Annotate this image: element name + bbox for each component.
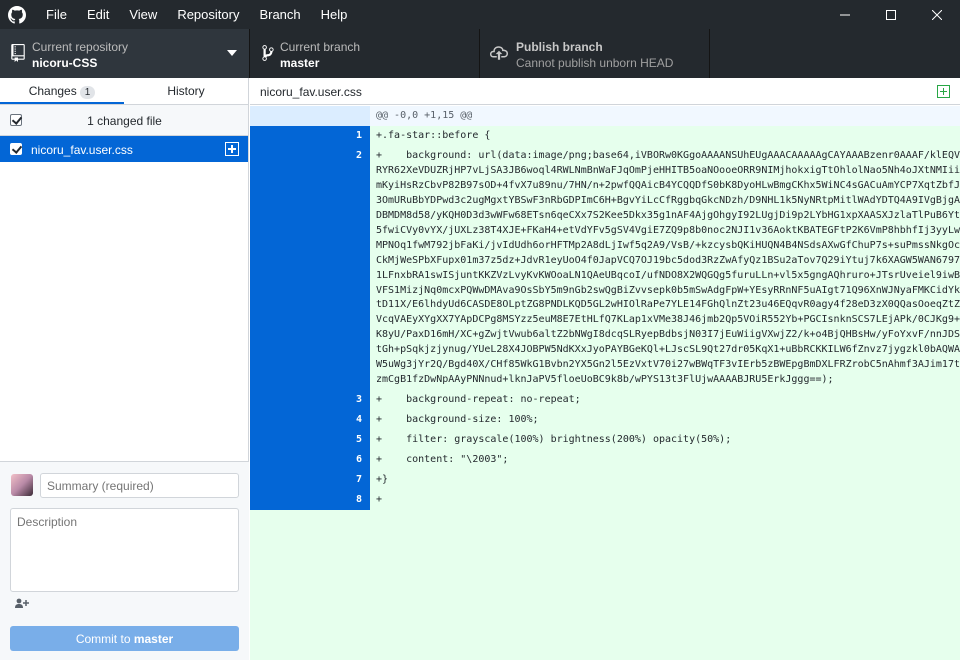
file-checkbox[interactable] <box>10 143 22 155</box>
window-controls <box>822 0 960 29</box>
diff-line-text: + filter: grayscale(100%) brightness(200… <box>376 434 732 446</box>
diff-line[interactable]: 2 + background: url(data:image/png;base64… <box>250 145 960 391</box>
old-line-gutter <box>250 470 310 490</box>
new-line-gutter <box>310 106 370 126</box>
new-line-number: 8 <box>310 489 370 510</box>
close-button[interactable] <box>914 0 960 29</box>
file-added-icon <box>937 85 950 98</box>
menu-repository[interactable]: Repository <box>167 0 249 29</box>
diff-file-header: nicoru_fav.user.css <box>250 78 960 105</box>
changed-file-row[interactable]: nicoru_fav.user.css <box>0 136 248 162</box>
new-line-number: 1 <box>310 126 370 146</box>
select-all-checkbox[interactable] <box>10 114 22 126</box>
summary-input[interactable] <box>40 473 239 498</box>
publish-branch-status: Cannot publish unborn HEAD <box>516 56 674 70</box>
avatar <box>11 474 33 496</box>
maximize-icon <box>886 9 896 20</box>
old-line-gutter <box>250 450 310 471</box>
diff-line-text: + <box>376 493 383 505</box>
old-line-gutter <box>250 145 310 391</box>
current-repository-value: nicoru-CSS <box>32 56 98 70</box>
diff-line-text: + content: "\2003"; <box>376 454 509 466</box>
cloud-upload-icon <box>490 46 508 60</box>
add-coauthor-icon[interactable] <box>15 598 29 608</box>
new-line-number: 6 <box>310 450 370 471</box>
close-icon <box>932 9 942 20</box>
commit-panel: Commit to master <box>0 461 249 660</box>
description-input[interactable] <box>10 508 239 592</box>
diff-line[interactable]: 4 + background-size: 100%; <box>250 410 960 431</box>
chevron-down-icon <box>227 50 237 56</box>
diff-line-text: + background-size: 100%; <box>376 414 539 426</box>
diff-line-text: +} <box>376 474 389 486</box>
menu-edit[interactable]: Edit <box>77 0 119 29</box>
diff-line[interactable]: 3 + background-repeat: no-repeat; <box>250 390 960 411</box>
old-line-gutter <box>250 410 310 431</box>
commit-button[interactable]: Commit to master <box>10 626 239 651</box>
toolbar: Current repository nicoru-CSS Current br… <box>0 29 960 78</box>
old-line-gutter <box>250 126 310 146</box>
github-logo-icon <box>8 6 26 24</box>
menu-file[interactable]: File <box>36 0 77 29</box>
changed-files-count: 1 changed file <box>87 114 162 128</box>
diff-line[interactable]: 6 + content: "\2003"; <box>250 450 960 471</box>
old-line-gutter <box>250 430 310 451</box>
menu-bar: File Edit View Repository Branch Help <box>36 0 357 29</box>
diff-panel: nicoru_fav.user.css @@ -0,0 +1,15 @@ 1 +.… <box>250 78 960 660</box>
new-line-number: 7 <box>310 470 370 490</box>
sidebar: Changes 1 History 1 changed file nicoru_f… <box>0 78 249 660</box>
diff-line[interactable]: 7 +} <box>250 470 960 490</box>
diff-view[interactable]: @@ -0,0 +1,15 @@ 1 +.fa-star::before {2 + … <box>250 106 960 660</box>
diff-line[interactable]: 8 + <box>250 489 960 510</box>
current-branch-value: master <box>280 56 320 70</box>
old-line-gutter <box>250 390 310 411</box>
new-line-number: 5 <box>310 430 370 451</box>
changed-file-name: nicoru_fav.user.css <box>31 143 133 157</box>
current-repository-label: Current repository <box>32 40 129 54</box>
old-line-gutter <box>250 106 310 126</box>
new-line-number: 4 <box>310 410 370 431</box>
current-branch-button[interactable]: Current branch master <box>250 29 480 78</box>
diff-file-name: nicoru_fav.user.css <box>260 85 362 99</box>
sidebar-tabs: Changes 1 History <box>0 78 248 105</box>
commit-button-prefix: Commit to <box>75 631 134 646</box>
repo-icon <box>11 44 25 62</box>
changes-count-badge: 1 <box>79 86 96 99</box>
diff-line-text: + background: url(data:image/png;base64,… <box>376 149 960 386</box>
new-line-number: 2 <box>310 145 370 391</box>
minimize-button[interactable] <box>822 0 868 29</box>
hunk-header-text: @@ -0,0 +1,15 @@ <box>376 110 473 121</box>
file-added-icon <box>225 142 239 156</box>
branch-icon <box>262 45 274 61</box>
current-repository-button[interactable]: Current repository nicoru-CSS <box>0 29 250 78</box>
old-line-gutter <box>250 489 310 510</box>
diff-line[interactable]: 5 + filter: grayscale(100%) brightness(20… <box>250 430 960 451</box>
tab-changes-label: Changes <box>28 84 77 98</box>
maximize-button[interactable] <box>868 0 914 29</box>
menu-view[interactable]: View <box>119 0 167 29</box>
minimize-icon <box>840 14 850 15</box>
title-bar: File Edit View Repository Branch Help <box>0 0 960 29</box>
hunk-header: @@ -0,0 +1,15 @@ <box>250 106 960 126</box>
tab-history-label: History <box>167 84 205 98</box>
publish-branch-label: Publish branch <box>516 40 603 54</box>
menu-branch[interactable]: Branch <box>249 0 310 29</box>
tab-history[interactable]: History <box>124 78 248 104</box>
diff-line[interactable]: 1 +.fa-star::before { <box>250 126 960 146</box>
menu-help[interactable]: Help <box>311 0 358 29</box>
changed-files-header: 1 changed file <box>0 105 248 136</box>
diff-line-text: +.fa-star::before { <box>376 130 491 141</box>
new-line-number: 3 <box>310 390 370 411</box>
tab-changes[interactable]: Changes 1 <box>0 78 124 104</box>
publish-branch-button[interactable]: Publish branch Cannot publish unborn HEA… <box>480 29 710 78</box>
current-branch-label: Current branch <box>280 40 361 54</box>
commit-button-branch: master <box>133 631 174 646</box>
diff-line-text: + background-repeat: no-repeat; <box>376 394 581 406</box>
